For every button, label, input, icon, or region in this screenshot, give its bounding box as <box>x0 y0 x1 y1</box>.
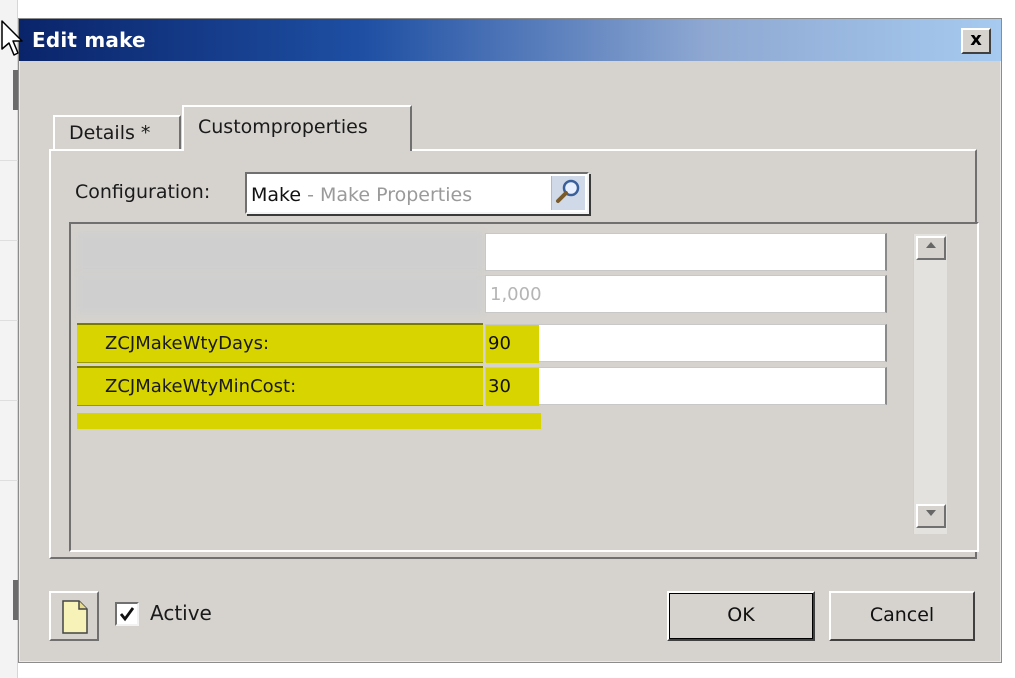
highlight-annotation <box>77 413 541 429</box>
title-bar[interactable]: Edit make x <box>19 19 1001 61</box>
configuration-value-main: Make <box>251 184 302 206</box>
property-value-text: 30 <box>486 368 539 406</box>
configuration-value: Make - Make Properties <box>251 184 472 206</box>
vertical-scrollbar[interactable] <box>913 234 947 534</box>
close-button[interactable]: x <box>961 28 991 54</box>
tab-details[interactable]: Details * <box>53 115 181 151</box>
property-value[interactable]: 1,000 <box>485 275 887 313</box>
tab-details-label: Details * <box>69 122 151 144</box>
property-value-input[interactable]: 30 <box>485 367 887 406</box>
background-divider <box>0 400 18 401</box>
grid-row[interactable]: 1,000 <box>77 274 889 314</box>
scroll-up-button[interactable] <box>916 236 946 260</box>
configuration-search-button[interactable] <box>551 176 585 210</box>
mouse-cursor-icon <box>1 20 23 56</box>
checkmark-icon <box>119 607 135 622</box>
configuration-label: Configuration: <box>75 181 211 203</box>
active-checkbox[interactable] <box>115 602 139 626</box>
ok-button[interactable]: OK <box>667 591 815 641</box>
document-icon <box>62 600 88 634</box>
background-divider <box>0 240 18 241</box>
custom-properties-grid: 1,000 ZCJMakeWtyDays: 90 ZCJMakeWtyMinCo… <box>69 222 979 552</box>
scroll-down-button[interactable] <box>916 504 946 528</box>
property-value[interactable] <box>485 233 887 271</box>
dialog-title: Edit make <box>32 28 146 52</box>
scroll-down-icon <box>926 510 936 516</box>
configuration-field[interactable]: Make - Make Properties <box>245 172 589 214</box>
property-value-text: 90 <box>486 325 539 363</box>
background-window-edge <box>0 0 18 678</box>
background-divider <box>0 480 18 481</box>
notes-button[interactable] <box>49 591 99 641</box>
grid-row-zcjmakewtymincost[interactable]: ZCJMakeWtyMinCost: 30 <box>77 366 889 406</box>
property-label <box>77 232 483 272</box>
grid-row-zcjmakewtydays[interactable]: ZCJMakeWtyDays: 90 <box>77 323 889 363</box>
property-label: ZCJMakeWtyDays: <box>77 323 483 363</box>
scroll-up-icon <box>926 242 936 248</box>
property-label <box>77 274 483 314</box>
grid-row[interactable] <box>77 232 889 272</box>
edit-make-dialog: Edit make x Details * Customproperties C… <box>18 18 1002 663</box>
tab-customproperties-label: Customproperties <box>198 116 368 138</box>
property-value-input[interactable]: 90 <box>485 324 887 363</box>
tab-customproperties[interactable]: Customproperties <box>182 105 412 151</box>
background-divider <box>0 160 18 161</box>
search-icon <box>556 179 580 203</box>
active-label: Active <box>150 601 212 625</box>
background-divider <box>0 320 18 321</box>
cancel-button[interactable]: Cancel <box>829 591 975 641</box>
configuration-value-sub: - Make Properties <box>301 184 473 206</box>
property-label: ZCJMakeWtyMinCost: <box>77 366 483 406</box>
